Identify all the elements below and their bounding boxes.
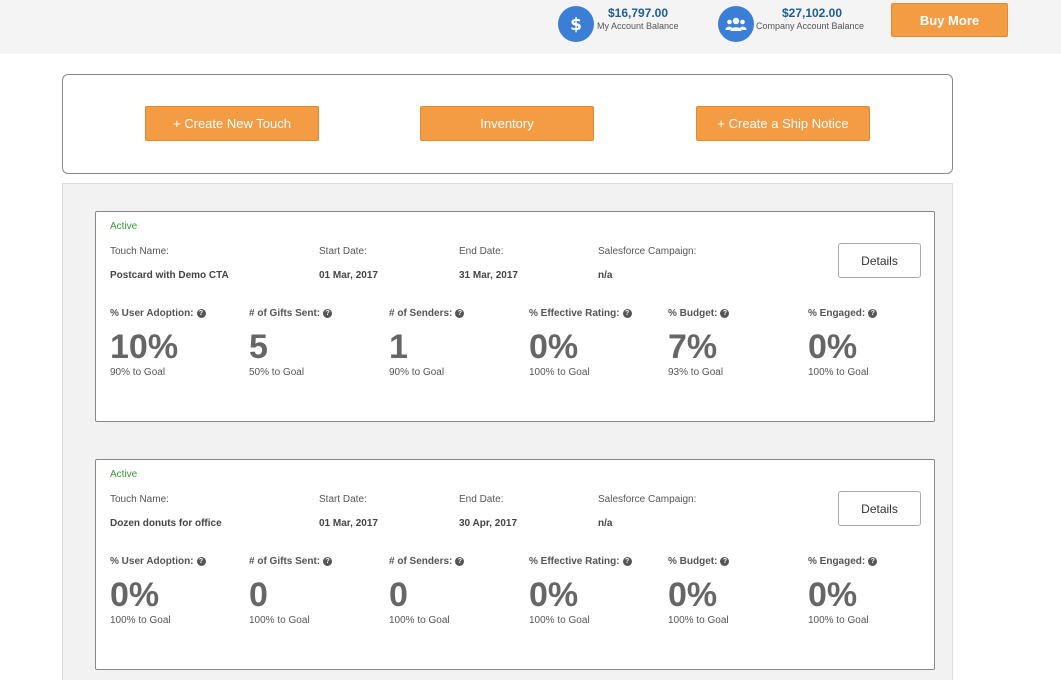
metric-goal: 50% to Goal [249, 367, 305, 378]
salesforce-campaign-value: n/a [598, 518, 613, 529]
metric-value: 0% [808, 328, 858, 366]
metric-senders: # of Senders:? 0 100% to Goal [389, 556, 519, 626]
metric-goal: 100% to Goal [808, 367, 869, 378]
help-icon[interactable]: ? [622, 557, 632, 566]
metric-value: 0% [668, 576, 718, 614]
create-new-touch-button[interactable]: + Create New Touch [145, 106, 319, 141]
help-icon[interactable]: ? [622, 309, 632, 318]
metric-goal: 100% to Goal [808, 615, 869, 626]
inventory-button[interactable]: Inventory [420, 106, 594, 141]
touch-card: Active Touch Name: Start Date: End Date:… [95, 211, 935, 422]
status-badge: Active [110, 221, 138, 232]
metric-value: 10% [110, 328, 179, 366]
salesforce-campaign-label: Salesforce Campaign: [598, 494, 697, 505]
metric-value: 0% [110, 576, 160, 614]
metric-value: 0 [249, 576, 268, 614]
metric-value: 0% [529, 576, 579, 614]
create-ship-notice-button[interactable]: + Create a Ship Notice [696, 106, 870, 141]
metric-goal: 90% to Goal [110, 367, 166, 378]
buy-more-button[interactable]: Buy More [891, 3, 1008, 37]
touch-name-value: Dozen donuts for office [110, 518, 222, 529]
metric-budget: % Budget:? 0% 100% to Goal [668, 556, 798, 626]
metric-label: % Effective Rating: [529, 308, 620, 319]
help-icon[interactable]: ? [720, 309, 730, 318]
my-balance-label: My Account Balance [597, 21, 679, 31]
metric-engaged: % Engaged:? 0% 100% to Goal [808, 308, 938, 378]
end-date-label: End Date: [459, 494, 504, 505]
metric-effective-rating: % Effective Rating:? 0% 100% to Goal [529, 308, 659, 378]
actions-panel: + Create New Touch Inventory + Create a … [62, 74, 953, 174]
touch-card: Active Touch Name: Start Date: End Date:… [95, 459, 935, 670]
touch-list: Active Touch Name: Start Date: End Date:… [62, 183, 953, 680]
metric-goal: 90% to Goal [389, 367, 445, 378]
metric-label: % User Adoption: [110, 556, 194, 567]
start-date-value: 01 Mar, 2017 [319, 518, 378, 529]
salesforce-campaign-value: n/a [598, 270, 613, 281]
company-balance-label: Company Account Balance [756, 21, 865, 31]
metric-senders: # of Senders:? 1 90% to Goal [389, 308, 519, 378]
details-button[interactable]: Details [838, 491, 921, 526]
end-date-value: 30 Apr, 2017 [459, 518, 518, 529]
touch-name-label: Touch Name: [110, 494, 169, 505]
metric-label: % Budget: [668, 556, 718, 567]
metric-label: % Engaged: [808, 308, 866, 319]
salesforce-campaign-label: Salesforce Campaign: [598, 246, 697, 257]
metric-engaged: % Engaged:? 0% 100% to Goal [808, 556, 938, 626]
end-date-label: End Date: [459, 246, 504, 257]
help-icon[interactable]: ? [455, 309, 465, 318]
metric-label: % Effective Rating: [529, 556, 620, 567]
help-icon[interactable]: ? [323, 557, 333, 566]
metric-label: # of Senders: [389, 308, 453, 319]
details-button[interactable]: Details [838, 243, 921, 278]
metric-user-adoption: % User Adoption:? 0% 100% to Goal [110, 556, 240, 626]
metric-goal: 100% to Goal [668, 615, 729, 626]
company-account-balance: $27,102.00 Company Account Balance [718, 6, 878, 42]
metric-label: # of Gifts Sent: [249, 556, 321, 567]
metric-value: 0 [389, 576, 408, 614]
metric-user-adoption: % User Adoption:? 10% 90% to Goal [110, 308, 240, 378]
metric-label: % User Adoption: [110, 308, 194, 319]
metric-effective-rating: % Effective Rating:? 0% 100% to Goal [529, 556, 659, 626]
help-icon[interactable]: ? [455, 557, 465, 566]
metric-goal: 93% to Goal [668, 367, 724, 378]
metric-goal: 100% to Goal [110, 615, 171, 626]
help-icon[interactable]: ? [720, 557, 730, 566]
top-bar: $ $16,797.00 My Account Balance $27,102.… [0, 0, 1061, 54]
metric-label: # of Gifts Sent: [249, 308, 321, 319]
start-date-label: Start Date: [319, 246, 367, 257]
end-date-value: 31 Mar, 2017 [459, 270, 518, 281]
touch-name-value: Postcard with Demo CTA [110, 270, 229, 281]
users-icon [718, 6, 754, 42]
metric-value: 0% [808, 576, 858, 614]
metric-goal: 100% to Goal [529, 367, 590, 378]
help-icon[interactable]: ? [868, 557, 878, 566]
metric-goal: 100% to Goal [529, 615, 590, 626]
metric-gifts-sent: # of Gifts Sent:? 0 100% to Goal [249, 556, 379, 626]
metric-budget: % Budget:? 7% 93% to Goal [668, 308, 798, 378]
company-balance-amount: $27,102.00 [781, 6, 843, 20]
help-icon[interactable]: ? [868, 309, 878, 318]
help-icon[interactable]: ? [196, 557, 206, 566]
status-badge: Active [110, 469, 138, 480]
metric-value: 0% [529, 328, 579, 366]
my-account-balance: $ $16,797.00 My Account Balance [558, 6, 693, 42]
svg-text:$: $ [570, 15, 582, 34]
metric-value: 1 [389, 328, 408, 366]
start-date-label: Start Date: [319, 494, 367, 505]
help-icon[interactable]: ? [196, 309, 206, 318]
help-icon[interactable]: ? [323, 309, 333, 318]
my-balance-amount: $16,797.00 [607, 6, 669, 20]
metric-value: 5 [249, 328, 268, 366]
metric-goal: 100% to Goal [389, 615, 450, 626]
touch-name-label: Touch Name: [110, 246, 169, 257]
metric-label: % Engaged: [808, 556, 866, 567]
metric-value: 7% [668, 328, 718, 366]
metric-goal: 100% to Goal [249, 615, 310, 626]
metric-label: # of Senders: [389, 556, 453, 567]
metric-label: % Budget: [668, 308, 718, 319]
dollar-icon: $ [558, 6, 594, 42]
metric-gifts-sent: # of Gifts Sent:? 5 50% to Goal [249, 308, 379, 378]
start-date-value: 01 Mar, 2017 [319, 270, 378, 281]
